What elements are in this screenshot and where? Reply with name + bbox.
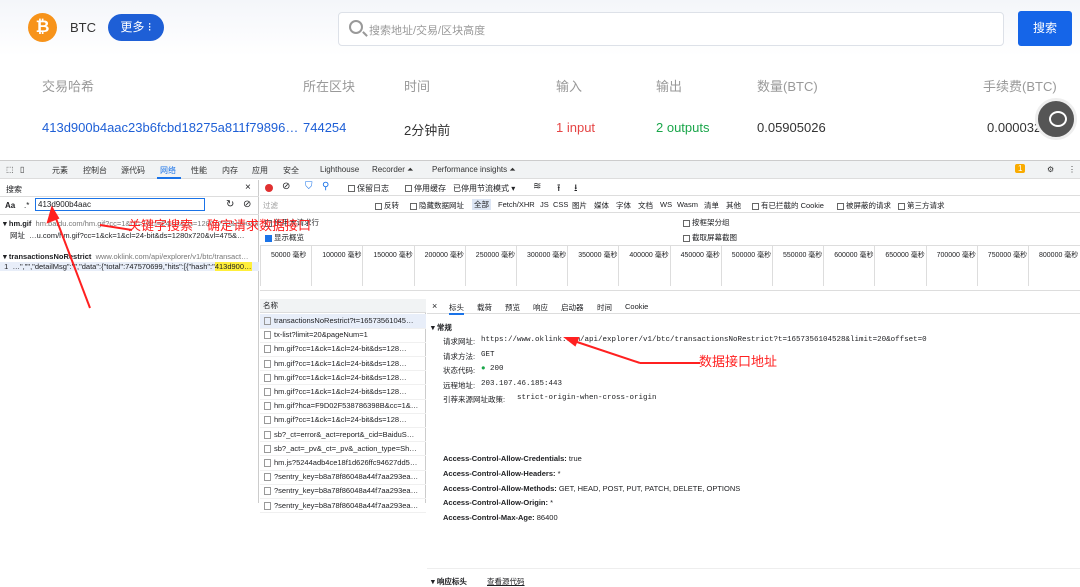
arrow-to-search [51,207,91,309]
annotation-arrows [46,205,700,364]
arrow-head [563,337,580,347]
response-headers-title[interactable]: ▾ 响应标头 [431,576,467,587]
file-icon [264,501,271,510]
view-source-link[interactable]: 查看源代码 [487,576,525,587]
response-header-value: 86400 [536,513,558,523]
response-header-row: Access-Control-Max-Age: 86400 [443,513,558,522]
response-header-key: Access-Control-Max-Age: [443,513,537,523]
arrow-to-url [567,338,641,364]
divider [427,568,1080,569]
